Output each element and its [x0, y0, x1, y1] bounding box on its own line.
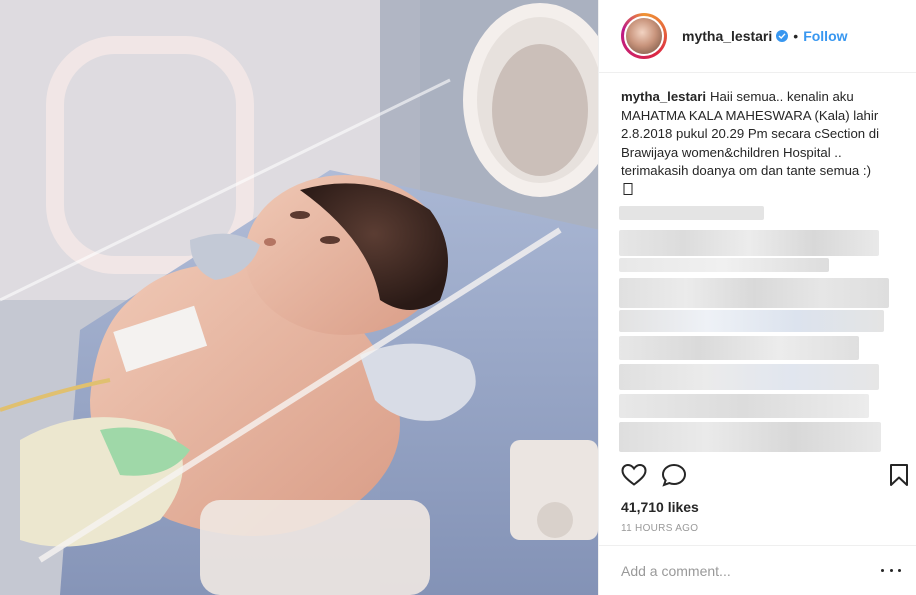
heart-icon[interactable] — [621, 463, 647, 487]
avatar[interactable] — [621, 13, 667, 59]
bookmark-icon[interactable] — [889, 463, 909, 487]
post-side-panel: mytha_lestari • Follow mytha_lestari Haii… — [598, 0, 916, 595]
blurred-line — [619, 206, 764, 220]
post-header: mytha_lestari • Follow — [599, 0, 916, 73]
newborn-in-incubator-image — [0, 0, 598, 595]
blurred-line — [619, 310, 884, 332]
blurred-line — [619, 422, 881, 452]
blurred-line — [619, 258, 829, 272]
emoji-placeholder-icon — [623, 182, 633, 195]
blurred-comments — [619, 200, 899, 460]
blurred-line — [619, 364, 879, 390]
comment-input[interactable] — [621, 562, 881, 579]
post-caption: mytha_lestari Haii semua.. kenalin aku MA… — [621, 88, 897, 196]
blurred-line — [619, 278, 889, 308]
avatar-image — [624, 16, 664, 56]
comment-icon[interactable] — [661, 463, 687, 487]
blurred-line — [619, 336, 859, 360]
username-link[interactable]: mytha_lestari — [682, 28, 772, 44]
separator-dot: • — [793, 28, 799, 44]
post-photo[interactable] — [0, 0, 598, 595]
likes-count[interactable]: 41,710 likes — [621, 499, 699, 515]
comment-bar — [599, 545, 916, 595]
follow-button[interactable]: Follow — [803, 28, 847, 44]
post-timestamp[interactable]: 11 HOURS AGO — [621, 523, 698, 534]
verified-badge-icon — [776, 30, 789, 42]
blurred-line — [619, 230, 879, 256]
more-options-icon[interactable] — [881, 568, 901, 574]
blurred-line — [619, 394, 869, 418]
action-bar — [599, 455, 916, 495]
caption-username[interactable]: mytha_lestari — [621, 89, 706, 104]
